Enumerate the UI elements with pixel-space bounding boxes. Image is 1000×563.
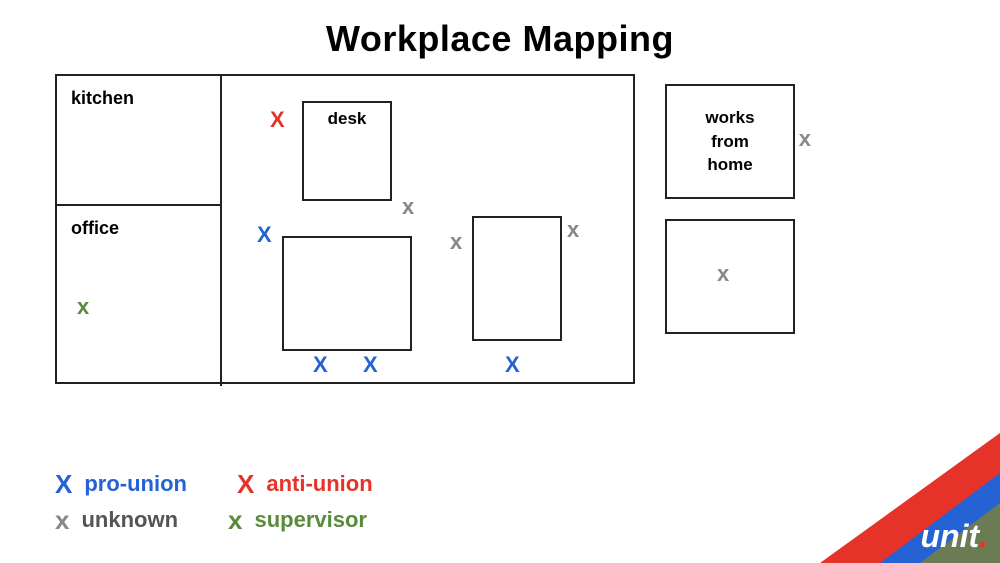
works-from-home-label: worksfromhome	[695, 106, 764, 177]
legend-item-supervisor: x supervisor	[228, 507, 367, 533]
desk-label: desk	[328, 109, 367, 129]
legend-x-unknown: x	[55, 507, 69, 533]
legend-label-unknown: unknown	[81, 507, 178, 533]
legend-item-pro-union: X pro-union	[55, 471, 187, 497]
x-red-desk: X	[270, 109, 285, 131]
x-gray-wfh: x	[799, 128, 811, 150]
x-gray-empty: x	[717, 263, 729, 285]
desk-box: desk	[302, 101, 392, 201]
side-boxes: worksfromhome x x	[665, 74, 795, 384]
empty-box: x	[665, 219, 795, 334]
floor-plan: kitchen office x desk X x X x x X X	[55, 74, 635, 384]
corner-logo: unit.	[920, 518, 988, 555]
legend-item-unknown: x unknown	[55, 507, 178, 533]
furniture-box-2	[472, 216, 562, 341]
legend-row-2: x unknown x supervisor	[55, 507, 373, 533]
legend: X pro-union X anti-union x unknown x sup…	[55, 471, 373, 533]
x-green-office: x	[77, 296, 89, 318]
legend-label-pro-union: pro-union	[84, 471, 187, 497]
furniture-box-1	[282, 236, 412, 351]
page-title: Workplace Mapping	[0, 0, 1000, 60]
legend-x-pro-union: X	[55, 471, 72, 497]
legend-label-supervisor: supervisor	[254, 507, 367, 533]
legend-label-anti-union: anti-union	[266, 471, 372, 497]
office-label: office	[57, 206, 220, 239]
kitchen-section: kitchen	[57, 76, 222, 206]
x-gray-2: x	[450, 231, 462, 253]
office-section: office x	[57, 206, 222, 386]
main-content: kitchen office x desk X x X x x X X	[0, 74, 1000, 384]
corner-decoration: unit.	[820, 433, 1000, 563]
x-blue-3: X	[363, 354, 378, 376]
x-gray-3: x	[567, 219, 579, 241]
works-from-home-box: worksfromhome x	[665, 84, 795, 199]
corner-dot: .	[979, 518, 988, 554]
x-blue-1: X	[257, 224, 272, 246]
x-gray-1: x	[402, 196, 414, 218]
legend-x-anti-union: X	[237, 471, 254, 497]
legend-row-1: X pro-union X anti-union	[55, 471, 373, 497]
x-blue-2: X	[313, 354, 328, 376]
legend-item-anti-union: X anti-union	[237, 471, 373, 497]
kitchen-label: kitchen	[57, 76, 220, 109]
legend-x-supervisor: x	[228, 507, 242, 533]
x-blue-4: X	[505, 354, 520, 376]
